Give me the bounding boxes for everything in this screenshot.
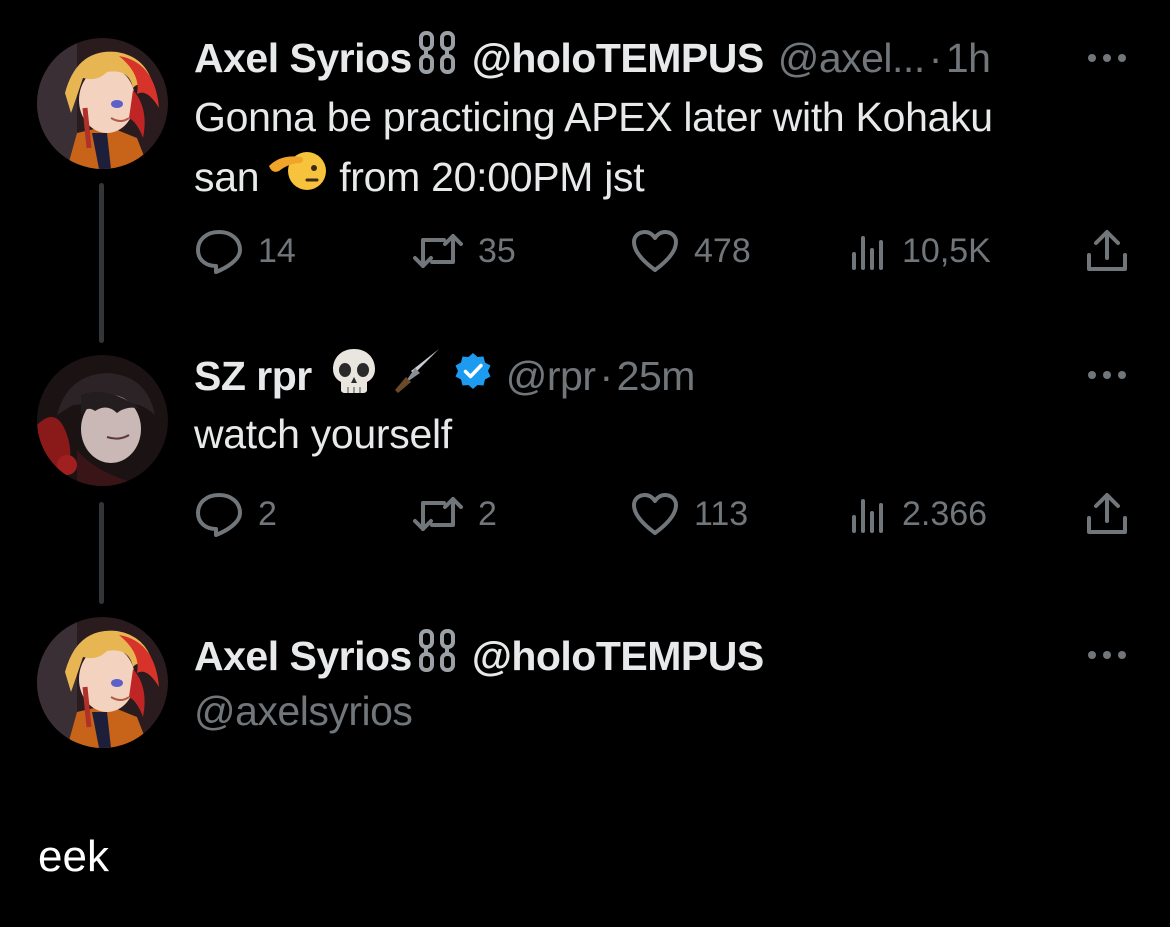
retweet-button[interactable]: 2 [412,489,497,539]
more-options-icon[interactable] [1085,368,1129,382]
view-count: 2.366 [902,494,988,533]
thread-line [99,502,104,604]
avatar[interactable] [37,355,168,486]
separator: · [599,352,613,399]
handle[interactable]: @axelsyrios [194,688,413,735]
focused-tweet-text: eek [38,832,109,881]
timestamp[interactable]: 25m [617,353,696,400]
like-button[interactable]: 113 [630,489,748,539]
more-options-icon[interactable] [1085,51,1129,65]
tweet-text-fragment: from 20:00PM jst [339,153,645,200]
retweet-icon [413,497,463,531]
avatar[interactable] [37,38,168,169]
tweet-text-fragment: san [194,153,260,200]
handle[interactable]: @axel... [778,35,926,82]
retweet-count: 35 [478,231,516,270]
dagger-icon [392,346,442,406]
reply-icon [196,230,242,274]
analytics-icon [852,236,883,270]
heart-icon [632,493,678,535]
share-icon [1087,493,1127,534]
share-button[interactable] [1084,226,1130,276]
reply-count: 14 [258,231,296,270]
retweet-count: 2 [478,494,497,533]
like-button[interactable]: 478 [630,226,751,276]
thread-line [99,183,104,343]
tweet-header: Axel Syrios @holoTEMPUS [194,628,764,684]
tweet-actions: 14 35 478 10,5K [194,226,1134,276]
tweet-text: Gonna be practicing APEX later with Koha… [194,88,993,207]
avatar[interactable] [37,617,168,748]
views-button[interactable]: 10,5K [848,226,991,276]
tweet-text-line: san from 20:00PM jst [194,146,993,207]
views-button[interactable]: 2.366 [848,489,987,539]
display-name[interactable]: Axel Syrios [194,633,412,680]
reply-count: 2 [258,494,277,533]
tweet-text-line: Gonna be practicing APEX later with Koha… [194,94,993,140]
chain-icon [416,628,458,684]
reply-icon [196,493,242,537]
name-suffix: @holoTEMPUS [471,632,764,679]
share-button[interactable] [1084,489,1130,539]
saluting-face-icon [267,146,329,207]
like-count: 113 [694,494,749,533]
verified-badge-icon[interactable] [454,352,492,400]
skull-icon [330,346,378,406]
retweet-icon [413,234,463,268]
name-suffix: @holoTEMPUS [471,34,764,81]
heart-icon [632,230,678,272]
separator: · [928,34,943,81]
timestamp[interactable]: 1h [946,35,991,82]
tweet-header: Axel Syrios @holoTEMPUS @axel... · 1h [194,30,991,86]
display-name[interactable]: Axel Syrios [194,35,412,82]
chain-icon [416,30,458,86]
like-count: 478 [694,231,751,270]
tweet-actions: 2 2 113 2.366 [194,489,1134,539]
handle[interactable]: @rpr [506,353,596,400]
tweet-header: SZ rpr @rpr · 25m [194,349,696,401]
retweet-button[interactable]: 35 [412,226,516,276]
display-name[interactable]: SZ rpr [194,353,312,400]
reply-button[interactable]: 14 [194,226,296,276]
handle-row: @axelsyrios [194,686,413,736]
analytics-icon [852,499,883,533]
share-icon [1087,230,1127,271]
more-options-icon[interactable] [1085,648,1129,662]
view-count: 10,5K [902,231,991,270]
tweet-text: watch yourself [194,411,452,457]
reply-button[interactable]: 2 [194,489,277,539]
